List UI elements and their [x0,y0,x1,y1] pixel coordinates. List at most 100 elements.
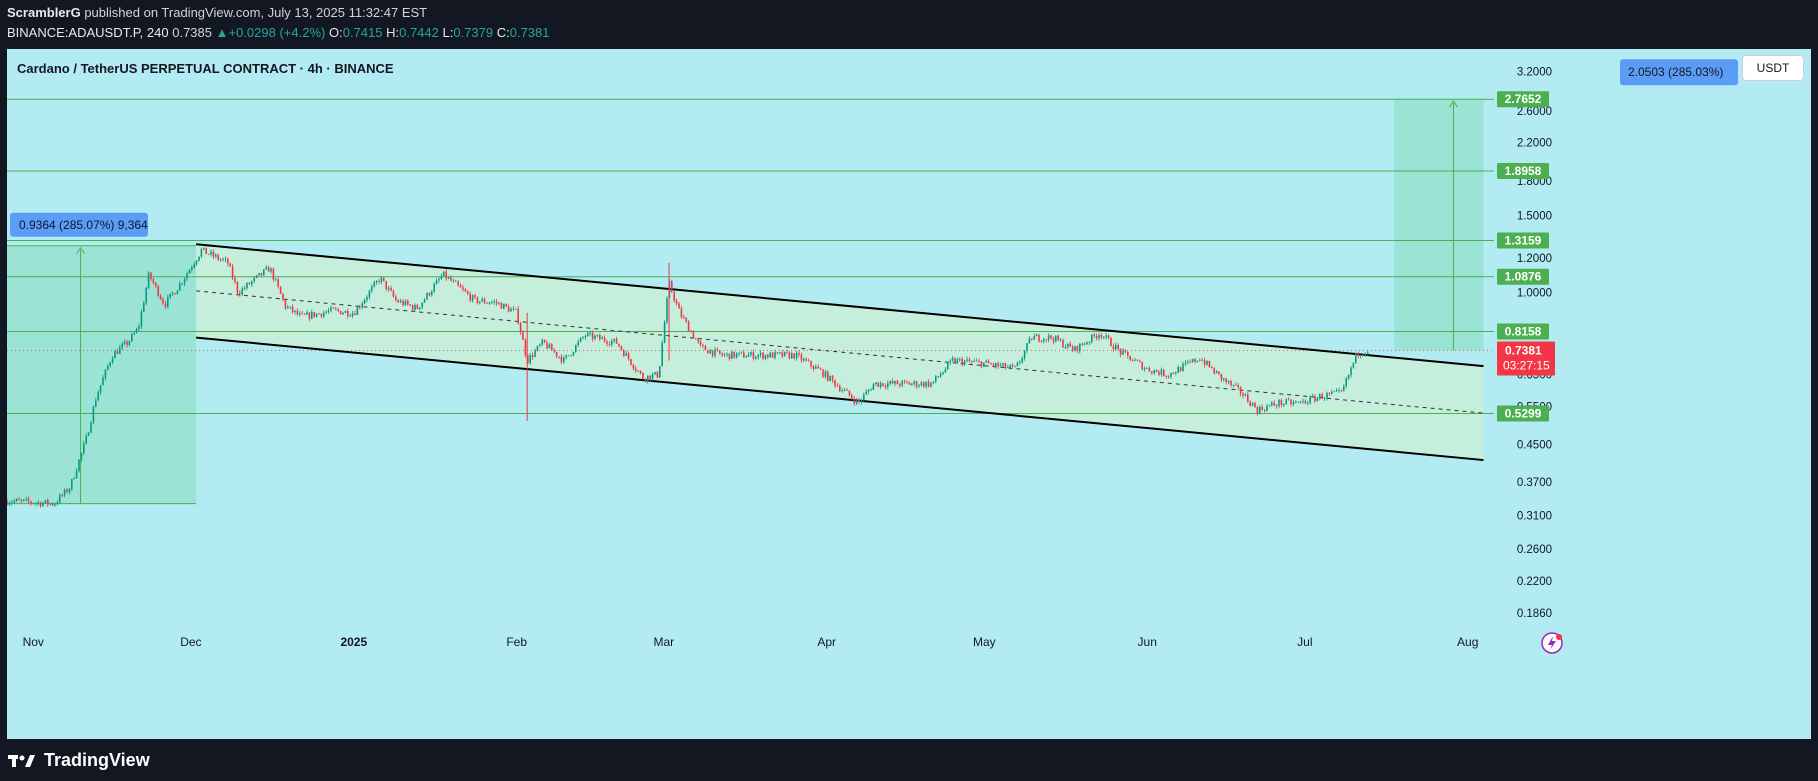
candle-474[interactable] [1143,368,1146,370]
candle-73[interactable] [181,283,183,285]
candle-445[interactable] [1074,346,1076,351]
candle-246[interactable] [596,335,599,336]
candle-57[interactable] [143,302,145,312]
candle-164[interactable] [399,300,402,303]
candle-518[interactable] [1249,401,1251,406]
candle-55[interactable] [138,326,140,329]
candle-88[interactable] [217,254,219,260]
candle-442[interactable] [1067,343,1069,347]
candle-400[interactable] [966,359,968,361]
candle-367[interactable] [887,383,889,388]
candle-508[interactable] [1225,378,1227,383]
candle-351[interactable] [848,390,851,396]
candle-360[interactable] [870,389,872,391]
candle-169[interactable] [411,305,414,310]
candle-323[interactable] [781,352,783,357]
candle-64[interactable] [159,295,162,300]
candle-459[interactable] [1107,335,1110,339]
candle-468[interactable] [1129,355,1131,361]
candle-422[interactable] [1019,362,1021,364]
candle-145[interactable] [354,313,356,315]
candle-256[interactable] [620,346,623,350]
candle-213[interactable] [517,308,519,324]
candle-250[interactable] [606,341,608,344]
candle-501[interactable] [1208,361,1211,368]
candle-536[interactable] [1292,402,1295,405]
candle-481[interactable] [1160,369,1163,375]
candle-435[interactable] [1050,335,1052,339]
candle-254[interactable] [615,338,618,344]
candle-415[interactable] [1002,363,1004,366]
candle-129[interactable] [315,313,318,317]
candle-47[interactable] [119,347,121,354]
candle-56[interactable] [140,311,143,327]
candle-316[interactable] [764,354,767,359]
candle-263[interactable] [637,370,639,372]
candle-65[interactable] [162,299,164,304]
candle-334[interactable] [807,360,810,362]
candle-484[interactable] [1167,376,1170,378]
candle-566[interactable] [1364,354,1367,356]
candle-267[interactable] [647,375,649,381]
candle-0[interactable] [7,500,8,505]
candle-522[interactable] [1259,406,1261,414]
candle-144[interactable] [351,313,354,316]
candle-45[interactable] [114,351,116,359]
candle-171[interactable] [416,305,419,310]
candle-550[interactable] [1326,392,1328,398]
candle-59[interactable] [147,272,150,289]
candle-27[interactable] [71,479,73,490]
candle-512[interactable] [1235,384,1237,386]
candle-19[interactable] [51,503,54,506]
candle-134[interactable] [327,310,330,312]
candle-460[interactable] [1110,338,1112,347]
candle-450[interactable] [1086,342,1088,345]
candle-301[interactable] [728,353,731,359]
candle-336[interactable] [812,366,815,369]
candle-142[interactable] [347,310,349,317]
candle-317[interactable] [767,354,769,358]
candle-465[interactable] [1122,350,1124,355]
candle-115[interactable] [282,293,284,300]
candle-339[interactable] [819,368,822,370]
candle-429[interactable] [1035,334,1038,337]
candle-531[interactable] [1280,400,1283,406]
publisher-name[interactable]: ScramblerG [7,5,81,20]
candle-509[interactable] [1227,381,1230,383]
candle-143[interactable] [349,315,351,317]
candle-444[interactable] [1071,346,1074,351]
candle-392[interactable] [947,362,949,370]
candle-381[interactable] [920,382,923,386]
candle-216[interactable] [524,339,527,356]
candle-186[interactable] [452,280,455,282]
candle-173[interactable] [421,302,423,308]
candle-439[interactable] [1059,340,1062,341]
candle-194[interactable] [471,295,474,301]
candle-414[interactable] [999,365,1002,367]
candle-448[interactable] [1081,343,1083,345]
candle-556[interactable] [1340,390,1343,391]
candle-428[interactable] [1033,336,1035,340]
candle-544[interactable] [1311,396,1314,398]
candle-379[interactable] [915,381,918,387]
candle-89[interactable] [219,259,222,261]
candle-357[interactable] [863,394,865,401]
candle-408[interactable] [985,360,987,363]
candle-4[interactable] [15,498,18,501]
candle-262[interactable] [635,368,637,371]
candle-167[interactable] [407,300,409,305]
candle-563[interactable] [1357,353,1359,356]
candle-175[interactable] [426,292,428,300]
candle-119[interactable] [291,306,294,312]
candle-192[interactable] [467,291,469,294]
candle-394[interactable] [951,358,954,361]
candle-141[interactable] [344,310,347,313]
candle-534[interactable] [1287,399,1290,401]
candle-532[interactable] [1283,403,1285,406]
candle-52[interactable] [131,334,133,342]
candle-130[interactable] [318,313,320,315]
candle-473[interactable] [1141,361,1143,370]
candle-43[interactable] [109,362,111,366]
candle-202[interactable] [491,302,493,303]
candle-63[interactable] [157,285,159,296]
